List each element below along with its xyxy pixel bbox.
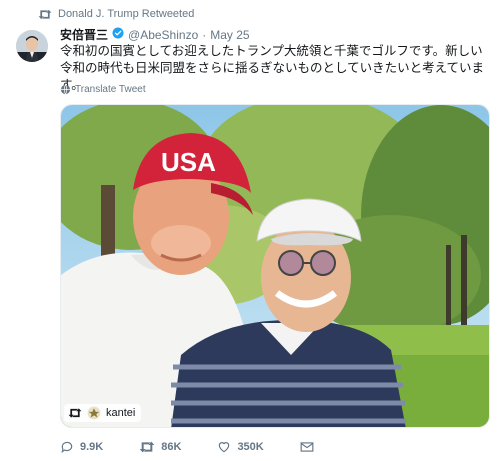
like-count: 350K bbox=[237, 441, 264, 453]
cap-text: USA bbox=[161, 147, 216, 177]
avatar[interactable] bbox=[16, 30, 48, 62]
retweet-button[interactable]: 86K bbox=[139, 440, 181, 454]
verified-icon bbox=[112, 27, 124, 39]
reply-icon bbox=[61, 441, 73, 454]
tweet-card[interactable]: Donald J. Trump Retweeted 安倍晋三 @AbeShinz… bbox=[0, 0, 500, 461]
heart-icon bbox=[219, 442, 230, 453]
translate-tweet-label[interactable]: Translate Tweet bbox=[75, 84, 146, 95]
avatar-image bbox=[16, 30, 48, 62]
author-handle[interactable]: @AbeShinzo bbox=[128, 28, 198, 42]
globe-icon bbox=[60, 84, 71, 95]
retweet-icon bbox=[68, 408, 82, 418]
like-button[interactable]: 350K bbox=[217, 440, 264, 454]
retweet-icon bbox=[139, 441, 155, 453]
author-name[interactable]: 安倍晋三 bbox=[60, 26, 108, 43]
retweet-icon bbox=[38, 9, 52, 19]
tweet-date[interactable]: May 25 bbox=[210, 28, 249, 42]
tweet-header: 安倍晋三 @AbeShinzo · May 25 bbox=[60, 26, 250, 43]
photo-image: USA bbox=[61, 105, 489, 427]
reply-count: 9.9K bbox=[80, 441, 104, 453]
tweet-actions: 9.9K 86K 350K bbox=[60, 440, 350, 454]
retweet-count: 86K bbox=[161, 441, 182, 453]
reply-button[interactable]: 9.9K bbox=[60, 440, 103, 454]
retweet-context-text[interactable]: Donald J. Trump Retweeted bbox=[58, 8, 194, 20]
envelope-icon bbox=[300, 442, 314, 452]
kantei-logo-icon bbox=[87, 406, 101, 420]
separator-dot: · bbox=[202, 28, 207, 42]
translate-tweet-link[interactable]: Translate Tweet bbox=[60, 84, 146, 95]
kantei-watermark: kantei bbox=[64, 404, 142, 422]
retweet-context: Donald J. Trump Retweeted bbox=[38, 8, 194, 20]
dm-button[interactable] bbox=[300, 441, 314, 453]
tweet-photo[interactable]: USA bbox=[60, 104, 490, 428]
kantei-label: kantei bbox=[106, 407, 136, 419]
